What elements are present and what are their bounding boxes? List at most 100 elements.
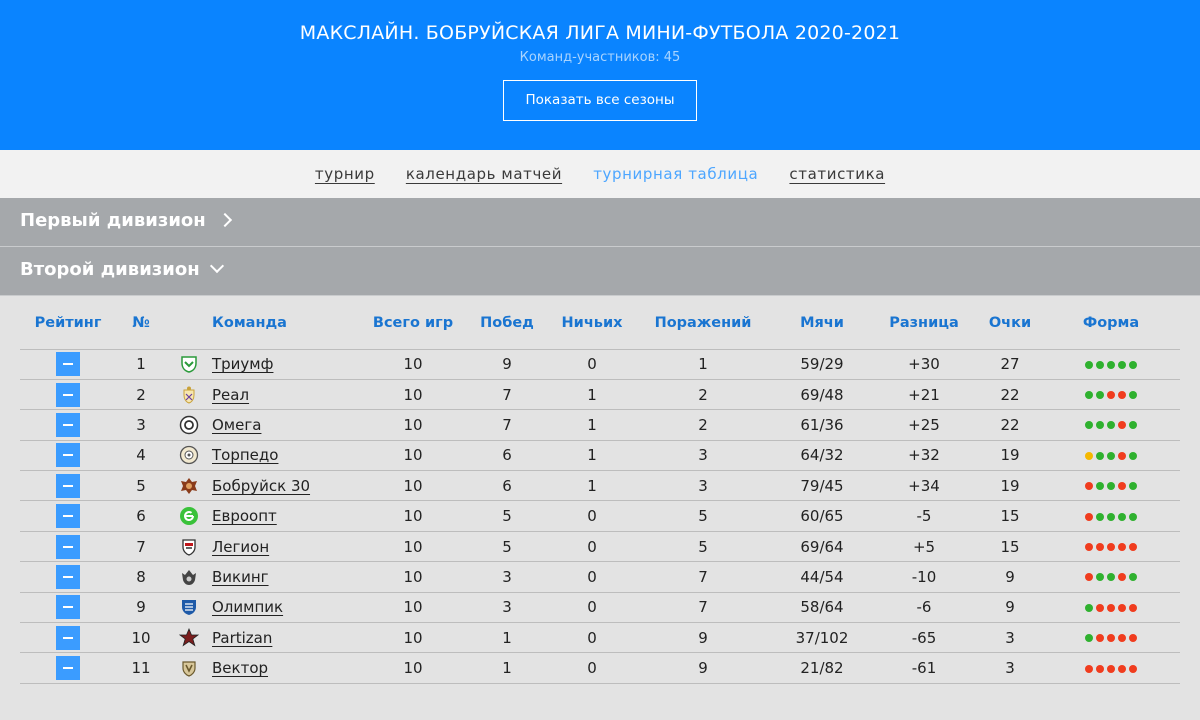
form-dot-win	[1085, 421, 1093, 430]
draws-cell: 1	[587, 476, 597, 495]
goal-diff-cell: +32	[908, 446, 940, 465]
form-cell	[1042, 410, 1180, 440]
team-link[interactable]: Вектор	[212, 659, 268, 677]
form-cell	[1042, 531, 1180, 561]
rating-toggle-button[interactable]	[56, 564, 80, 589]
team-link[interactable]: Триумф	[212, 355, 273, 373]
rating-cell	[20, 653, 116, 683]
form-dot-loss	[1118, 664, 1126, 673]
logo-cell	[166, 653, 212, 683]
position-cell: 2	[136, 385, 146, 404]
goal-diff-cell: -65	[911, 628, 937, 647]
rating-toggle-button[interactable]	[56, 595, 80, 620]
form-dot-win	[1129, 391, 1137, 400]
bobruisk30-logo-icon	[179, 476, 199, 496]
form-dot-loss	[1096, 634, 1104, 643]
rating-toggle-button[interactable]	[56, 352, 80, 377]
olimpik-logo-icon	[179, 597, 199, 617]
form-dot-win	[1096, 573, 1104, 582]
losses-cell: 5	[698, 507, 708, 526]
position-cell: 8	[136, 567, 146, 586]
rating-cell	[20, 349, 116, 379]
show-all-seasons-button[interactable]: Показать все сезоны	[503, 80, 697, 121]
rating-toggle-button[interactable]	[56, 625, 80, 650]
standings-table-container: Рейтинг № Команда Всего игр Побед Ничьих…	[0, 296, 1200, 684]
form-dots	[1085, 634, 1137, 643]
form-dot-loss	[1085, 482, 1093, 491]
form-dot-loss	[1118, 634, 1126, 643]
points-cell: 22	[1000, 385, 1020, 404]
rating-cell	[20, 592, 116, 622]
form-dot-win	[1096, 360, 1104, 369]
games-cell: 10	[403, 598, 423, 617]
header-games: Всего игр	[372, 315, 454, 332]
goal-diff-cell: +25	[908, 415, 940, 434]
header-points: Очки	[988, 315, 1032, 332]
form-dots	[1085, 360, 1137, 369]
wins-cell: 3	[502, 567, 512, 586]
table-row: 4 Торпедо 10 6 1 3 64/32 +32 19	[20, 440, 1180, 470]
team-link[interactable]: Викинг	[212, 568, 269, 586]
table-row: 11 Вектор 10 1 0 9 21/82 -61 3	[20, 652, 1180, 684]
team-link[interactable]: Олимпик	[212, 598, 283, 616]
division-second-header[interactable]: Второй дивизион	[0, 247, 1200, 296]
nav-standings[interactable]: турнирная таблица	[593, 165, 758, 183]
form-dot-loss	[1129, 603, 1137, 612]
vektor-logo-icon	[179, 658, 199, 678]
rating-toggle-button[interactable]	[56, 412, 80, 437]
rating-toggle-button[interactable]	[56, 443, 80, 468]
team-link[interactable]: Торпедо	[212, 446, 278, 464]
table-row: 2 Реал 10 7 1 2 69/48 +21 22	[20, 379, 1180, 409]
header-logo-spacer	[166, 296, 212, 349]
team-link[interactable]: Бобруйск 30	[212, 477, 310, 495]
form-dot-loss	[1096, 543, 1104, 552]
form-dot-win	[1085, 391, 1093, 400]
header-form: Форма	[1082, 315, 1140, 332]
rating-toggle-button[interactable]	[56, 473, 80, 498]
losses-cell: 7	[698, 567, 708, 586]
nav-statistics[interactable]: статистика	[789, 165, 885, 183]
rating-toggle-button[interactable]	[56, 382, 80, 407]
rating-toggle-button[interactable]	[56, 534, 80, 559]
form-dot-win	[1107, 421, 1115, 430]
rating-cell	[20, 623, 116, 653]
division-first-header[interactable]: Первый дивизион	[0, 198, 1200, 247]
nav-tournament[interactable]: турнир	[315, 165, 375, 183]
team-link[interactable]: Евроопт	[212, 507, 277, 525]
logo-cell	[166, 349, 212, 379]
team-link[interactable]: Реал	[212, 386, 249, 404]
form-dots	[1085, 391, 1137, 400]
team-link[interactable]: Легион	[212, 538, 269, 556]
goals-cell: 69/48	[800, 385, 844, 404]
wins-cell: 6	[502, 446, 512, 465]
form-dot-loss	[1107, 603, 1115, 612]
team-cell: Евроопт	[212, 501, 364, 531]
form-dot-win	[1107, 573, 1115, 582]
table-header-row: Рейтинг № Команда Всего игр Побед Ничьих…	[20, 296, 1180, 349]
rating-toggle-button[interactable]	[56, 504, 80, 529]
team-link[interactable]: Омега	[212, 416, 261, 434]
nav-calendar[interactable]: календарь матчей	[406, 165, 562, 183]
wins-cell: 3	[502, 598, 512, 617]
table-row: 9 Олимпик 10 3 0 7 58/64 -6 9	[20, 592, 1180, 622]
draws-cell: 1	[587, 385, 597, 404]
team-link[interactable]: Partizan	[212, 629, 272, 647]
games-cell: 10	[403, 355, 423, 374]
rating-toggle-button[interactable]	[56, 656, 80, 681]
draws-cell: 0	[587, 507, 597, 526]
team-cell: Викинг	[212, 562, 364, 592]
games-cell: 10	[403, 567, 423, 586]
goal-diff-cell: -6	[916, 598, 932, 617]
form-dot-loss	[1129, 634, 1137, 643]
position-cell: 7	[136, 537, 146, 556]
header-team: Команда	[212, 315, 287, 332]
chevron-right-icon	[217, 212, 232, 228]
standings-table: Рейтинг № Команда Всего игр Побед Ничьих…	[20, 296, 1180, 684]
form-dot-win	[1118, 360, 1126, 369]
losses-cell: 1	[698, 355, 708, 374]
form-dots	[1085, 451, 1137, 460]
points-cell: 15	[1000, 507, 1020, 526]
form-dot-loss	[1107, 634, 1115, 643]
team-cell: Вектор	[212, 653, 364, 683]
tournament-nav: турнир календарь матчей турнирная таблиц…	[0, 150, 1200, 198]
